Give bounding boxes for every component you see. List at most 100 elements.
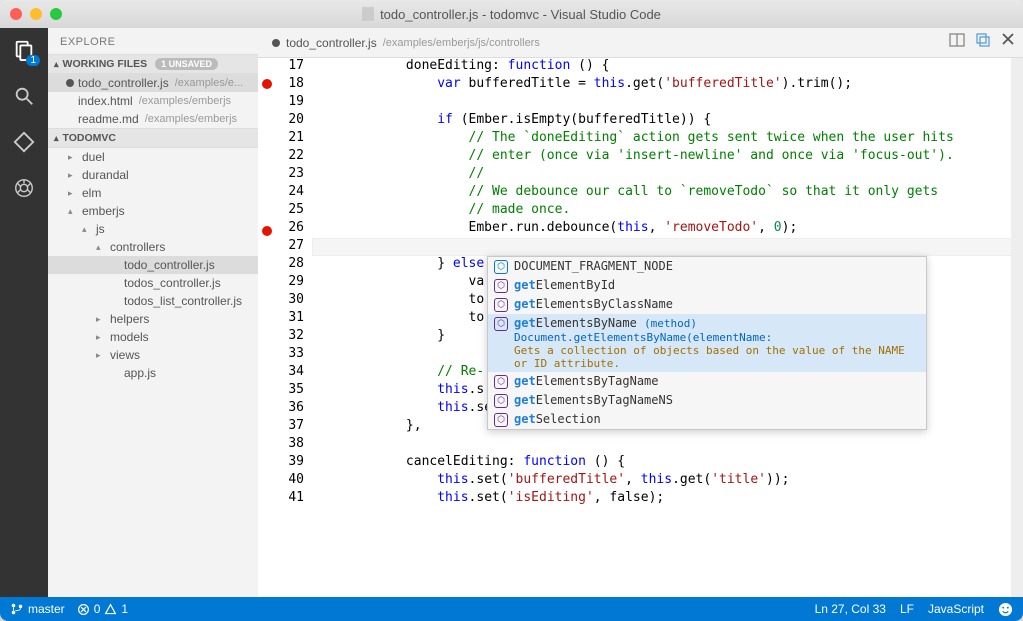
- minimize-window-icon[interactable]: [30, 8, 42, 20]
- working-file-row[interactable]: todo_controller.js/examples/e...: [48, 74, 258, 92]
- working-file-row[interactable]: readme.md/examples/emberjs: [48, 110, 258, 128]
- app-body: 1 EXPLORE ▴ WORKING FILES 1 UNSAVED todo…: [0, 28, 1023, 597]
- method-icon: ⬡: [494, 298, 508, 312]
- tree-item[interactable]: todos_controller.js: [48, 274, 258, 292]
- current-line-highlight: [312, 238, 1023, 256]
- window-title: todo_controller.js - todomvc - Visual St…: [0, 7, 1023, 22]
- file-path: /examples/emberjs: [145, 113, 237, 125]
- suggest-label: getElementsByName (method) Document.getE…: [514, 316, 920, 370]
- minimap[interactable]: [1011, 58, 1023, 597]
- suggest-item[interactable]: ⬡ getElementsByClassName: [488, 295, 926, 314]
- tree-item[interactable]: ▸durandal: [48, 166, 258, 184]
- chevron-icon: ▸: [68, 188, 78, 199]
- method-icon: ⬡: [494, 317, 508, 331]
- feedback-icon[interactable]: [998, 602, 1013, 617]
- suggest-label: DOCUMENT_FRAGMENT_NODE: [514, 259, 920, 273]
- chevron-icon: ▸: [96, 314, 106, 325]
- chevron-icon: ▸: [96, 350, 106, 361]
- project-label: TODOMVC: [63, 132, 116, 144]
- close-tab-icon[interactable]: [1001, 32, 1015, 53]
- tree-item[interactable]: todo_controller.js: [48, 256, 258, 274]
- suggest-label: getElementsByClassName: [514, 297, 920, 311]
- chevron-icon: ▴: [68, 206, 78, 217]
- git-icon[interactable]: [10, 128, 38, 156]
- suggest-label: getSelection: [514, 412, 920, 426]
- code-editor[interactable]: 1718192021222324252627282930313233343536…: [258, 58, 1023, 597]
- suggest-item[interactable]: ⬡DOCUMENT_FRAGMENT_NODE: [488, 257, 926, 276]
- working-files-list: todo_controller.js/examples/e...index.ht…: [48, 74, 258, 128]
- explorer-icon[interactable]: 1: [10, 36, 38, 64]
- chevron-icon: ▴: [82, 224, 92, 235]
- suggest-item[interactable]: ⬡ getElementsByName (method) Document.get…: [488, 314, 926, 372]
- suggest-item[interactable]: ⬡getElementsByTagNameNS: [488, 391, 926, 410]
- file-path: /examples/e...: [175, 77, 243, 89]
- suggest-item[interactable]: ⬡ getElementById: [488, 276, 926, 295]
- file-name: todo_controller.js: [78, 76, 169, 90]
- breakpoint-gutter[interactable]: [258, 58, 276, 597]
- warning-count: 1: [121, 602, 128, 616]
- tree-label: elm: [82, 186, 101, 200]
- suggest-label: getElementsByTagNameNS: [514, 393, 920, 407]
- tree-label: todo_controller.js: [124, 258, 215, 272]
- method-icon: ⬡: [494, 375, 508, 389]
- branch-name: master: [28, 602, 65, 616]
- tree-item[interactable]: todos_list_controller.js: [48, 292, 258, 310]
- more-icon[interactable]: [975, 32, 991, 53]
- working-files-header[interactable]: ▴ WORKING FILES 1 UNSAVED: [48, 54, 258, 74]
- method-icon: ⬡: [494, 279, 508, 293]
- sidebar: EXPLORE ▴ WORKING FILES 1 UNSAVED todo_c…: [48, 28, 258, 597]
- chevron-down-icon: ▴: [54, 133, 59, 144]
- chevron-icon: ▴: [96, 242, 106, 253]
- close-window-icon[interactable]: [10, 8, 22, 20]
- tree-item[interactable]: ▸helpers: [48, 310, 258, 328]
- modified-dot-icon: [272, 39, 280, 47]
- suggest-label: getElementsByTagName: [514, 374, 920, 388]
- tree-label: durandal: [82, 168, 129, 182]
- line-number-gutter[interactable]: 1718192021222324252627282930313233343536…: [276, 58, 312, 597]
- tree-label: duel: [82, 150, 105, 164]
- sidebar-title: EXPLORE: [48, 28, 258, 54]
- traffic-lights: [10, 8, 62, 20]
- tree-item[interactable]: ▴ js: [48, 220, 258, 238]
- tree-item[interactable]: ▸ models: [48, 328, 258, 346]
- breakpoint-icon[interactable]: [262, 226, 272, 236]
- code-content[interactable]: doneEditing: function () { var bufferedT…: [312, 58, 1023, 597]
- titlebar[interactable]: todo_controller.js - todomvc - Visual St…: [0, 0, 1023, 28]
- suggest-item[interactable]: ⬡ getElementsByTagName: [488, 372, 926, 391]
- project-header[interactable]: ▴ TODOMVC: [48, 128, 258, 148]
- suggest-label: getElementById: [514, 278, 920, 292]
- tree-label: controllers: [110, 240, 165, 254]
- search-icon[interactable]: [10, 82, 38, 110]
- editor-tab[interactable]: todo_controller.js /examples/emberjs/js/…: [266, 36, 546, 50]
- tree-item[interactable]: app.js: [48, 364, 258, 382]
- modified-dot-icon: [66, 79, 74, 87]
- tree-label: js: [96, 222, 105, 236]
- error-count: 0: [94, 602, 101, 616]
- debug-icon[interactable]: [10, 174, 38, 202]
- cursor-position[interactable]: Ln 27, Col 33: [815, 602, 886, 616]
- method-icon: ⬡: [494, 413, 508, 427]
- working-file-row[interactable]: index.html/examples/emberjs: [48, 92, 258, 110]
- problems-item[interactable]: 0 1: [77, 602, 128, 616]
- tree-label: models: [110, 330, 149, 344]
- suggest-item[interactable]: ⬡ getSelection: [488, 410, 926, 429]
- tree-item[interactable]: ▴ controllers: [48, 238, 258, 256]
- tab-path: /examples/emberjs/js/controllers: [383, 37, 540, 49]
- tree-label: todos_list_controller.js: [124, 294, 242, 308]
- split-editor-icon[interactable]: [949, 32, 965, 53]
- eol-indicator[interactable]: LF: [900, 602, 914, 616]
- breakpoint-icon[interactable]: [262, 79, 272, 89]
- tree-item[interactable]: ▸ elm: [48, 184, 258, 202]
- working-files-label: WORKING FILES: [63, 58, 148, 70]
- tree-item[interactable]: ▴ emberjs: [48, 202, 258, 220]
- maximize-window-icon[interactable]: [50, 8, 62, 20]
- language-mode[interactable]: JavaScript: [928, 602, 984, 616]
- tree-item[interactable]: ▸views: [48, 346, 258, 364]
- git-branch-item[interactable]: master: [10, 602, 65, 616]
- tree-label: emberjs: [82, 204, 125, 218]
- editor-area: todo_controller.js /examples/emberjs/js/…: [258, 28, 1023, 597]
- autocomplete-popup[interactable]: ⬡DOCUMENT_FRAGMENT_NODE⬡getElementById⬡g…: [487, 256, 927, 430]
- tree-item[interactable]: ▸duel: [48, 148, 258, 166]
- file-name: index.html: [78, 94, 133, 108]
- chevron-icon: ▸: [96, 332, 106, 343]
